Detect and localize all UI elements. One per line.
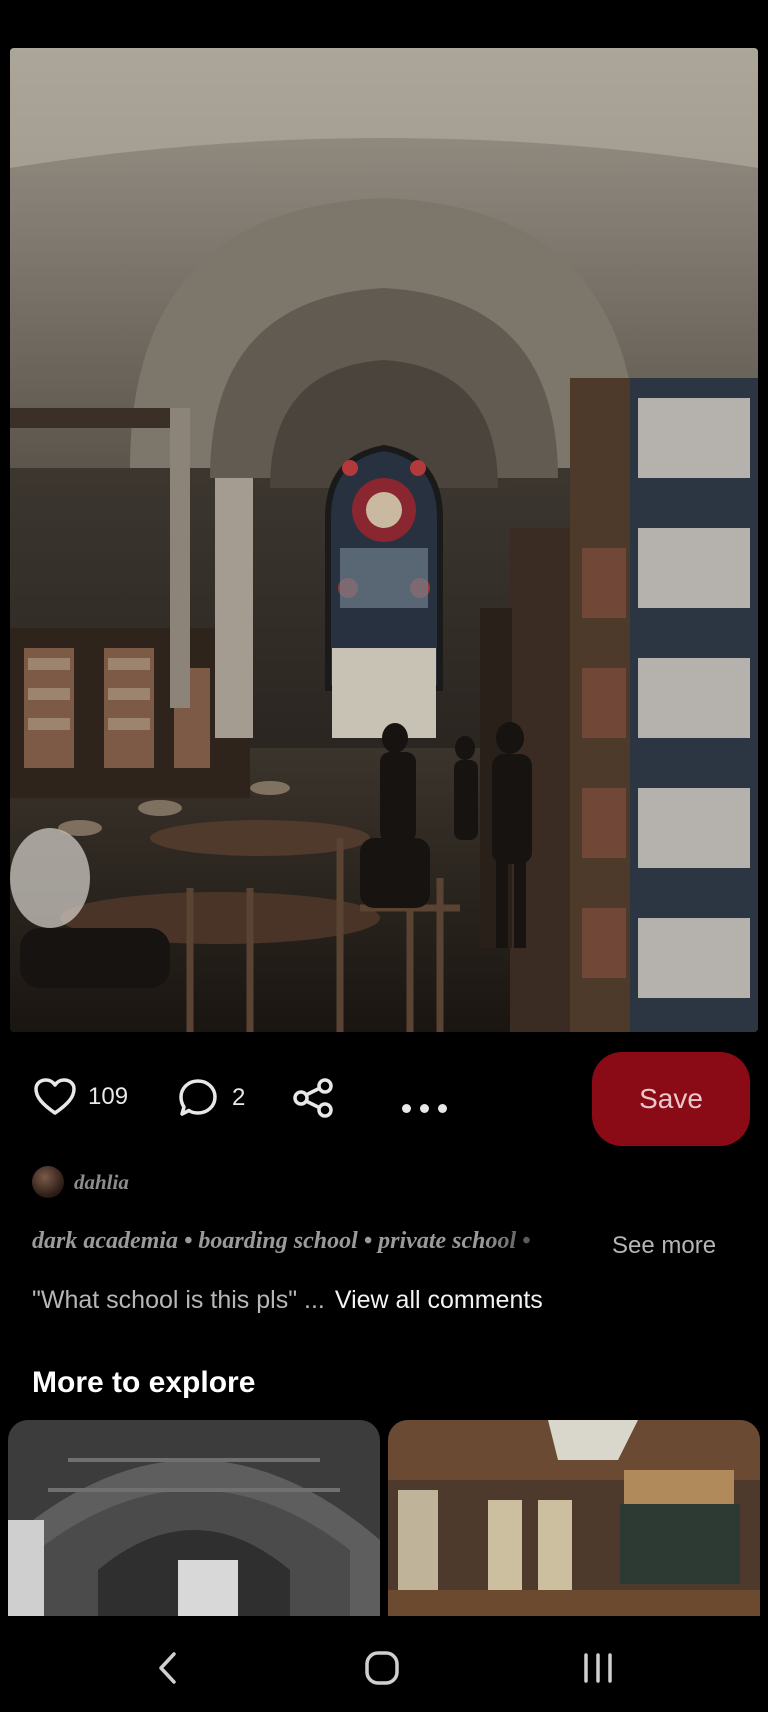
- explore-pin-thumbnail[interactable]: [8, 1420, 380, 1616]
- share-icon: [293, 1078, 333, 1118]
- more-options-icon: [402, 1092, 456, 1120]
- heart-icon: [34, 1078, 76, 1115]
- more-options-button[interactable]: [402, 1092, 456, 1120]
- explore-image: [388, 1420, 760, 1616]
- author-name[interactable]: dahlia: [74, 1170, 129, 1195]
- share-button[interactable]: [292, 1078, 334, 1118]
- save-button[interactable]: Save: [592, 1052, 750, 1146]
- like-count: 109: [88, 1083, 129, 1110]
- pin-image[interactable]: [10, 48, 758, 1032]
- comment-icon: [179, 1079, 217, 1116]
- nav-recents-button[interactable]: [568, 1646, 628, 1690]
- explore-image: [8, 1420, 380, 1616]
- nav-back-button[interactable]: [138, 1646, 198, 1690]
- explore-pin-thumbnail[interactable]: [388, 1420, 760, 1616]
- tag[interactable]: boarding school: [198, 1228, 357, 1254]
- home-icon: [365, 1651, 399, 1685]
- system-navigation-bar: [0, 1616, 768, 1712]
- tag-separator: •: [522, 1228, 531, 1254]
- comment-count: 2: [232, 1084, 246, 1111]
- pin-actions: 109 2 Save: [0, 1052, 768, 1148]
- avatar[interactable]: [32, 1166, 64, 1198]
- view-all-comments-link[interactable]: View all comments: [335, 1286, 543, 1314]
- like-button[interactable]: 109: [34, 1078, 128, 1116]
- see-more-link[interactable]: See more: [612, 1232, 716, 1260]
- library-illustration: [10, 48, 758, 1032]
- nav-home-button[interactable]: [352, 1646, 412, 1690]
- tag[interactable]: dark academia: [32, 1228, 178, 1254]
- comment-preview-text: "What school is this pls" ...: [32, 1286, 325, 1314]
- pin-author[interactable]: dahlia: [32, 1166, 129, 1198]
- tag-separator: •: [363, 1228, 373, 1254]
- tag-separator: •: [183, 1228, 193, 1254]
- recents-icon: [584, 1653, 612, 1683]
- comment-button[interactable]: 2: [178, 1078, 245, 1118]
- comment-preview[interactable]: "What school is this pls" ... View all co…: [32, 1286, 543, 1315]
- back-icon: [159, 1652, 176, 1684]
- tag-list: dark academia • boarding school • private sc…: [32, 1228, 592, 1264]
- tag[interactable]: private school: [378, 1228, 516, 1254]
- section-title: More to explore: [32, 1366, 256, 1399]
